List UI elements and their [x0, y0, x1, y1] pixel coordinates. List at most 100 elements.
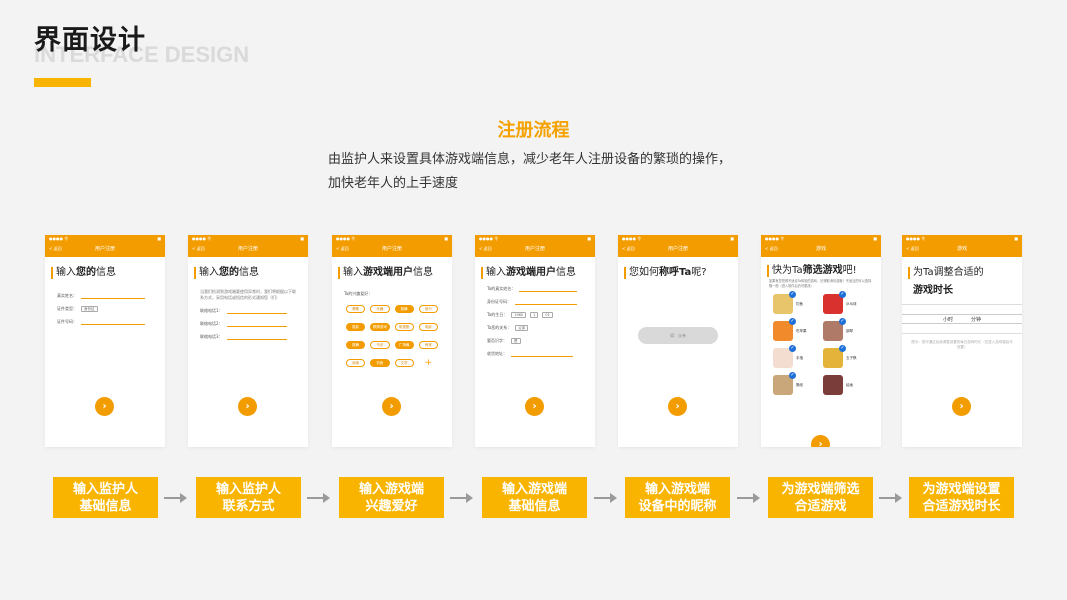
interest-tags: 唱歌 乐器 跳舞 旅行 摄影 棋牌游戏 电视剧 电影 跳舞 书法 广场舞 养宠 …: [346, 305, 438, 368]
next-button[interactable]: ›: [525, 397, 544, 416]
phone-header: ●●●● 令 ■ < 返回 游戏: [761, 235, 881, 257]
screen-heading-2: 游戏时长: [913, 285, 953, 296]
chevron-right-icon: ›: [102, 401, 107, 412]
battery-icon: ■: [587, 236, 591, 241]
interest-tag[interactable]: 文学: [394, 359, 414, 367]
game-item[interactable]: ✓ 钓鱼: [773, 291, 819, 314]
game-item[interactable]: ✓ 撕纸: [773, 372, 819, 395]
interest-tag[interactable]: 广场舞: [394, 341, 414, 349]
game-grid: ✓ 钓鱼 ✓ 乒乓球 ✓ 吃苹果 ✓ 钢琴 ✓ 手指 ✓ 五子棋 ✓ 撕纸 绘画: [773, 291, 869, 395]
id-type-select[interactable]: 身份证: [81, 306, 98, 312]
address-field[interactable]: 收货地址：: [487, 351, 589, 357]
phone-screen-play-time: ●●●● 令 ■ < 返回 游戏 为Ta调整合适的 游戏时长 小时 分钟 提示：您可…: [902, 235, 1022, 447]
next-button[interactable]: ›: [668, 397, 687, 416]
user-name-field[interactable]: Ta的真实姓名：: [487, 286, 589, 292]
phone-header: ●●●● 令 ■ < 返回 用户注册: [45, 235, 165, 257]
interest-tag[interactable]: 书法: [370, 341, 390, 349]
day-select[interactable]: 01: [542, 312, 553, 318]
game-select-note: 如果有您觉得不适合Ta体验的游戏，记得取消勾选哦！不适当的可以选择随一般（进入软…: [769, 279, 872, 288]
chevron-right-icon: ›: [959, 401, 964, 412]
interest-tag[interactable]: 棋牌游戏: [370, 323, 390, 331]
phone-title: 游戏: [956, 246, 967, 252]
screen-heading: 快为Ta筛选游戏吧!: [767, 265, 875, 277]
year-select[interactable]: 1960: [511, 312, 527, 318]
literacy-field[interactable]: 要否识字：是: [487, 338, 589, 344]
literacy-select[interactable]: 是: [511, 338, 521, 344]
interest-tag[interactable]: 乐器: [370, 305, 390, 313]
add-interest-button[interactable]: +: [419, 359, 438, 368]
interest-tag[interactable]: 摄影: [346, 323, 366, 331]
step-label-6: 为游戏端筛选 合适游戏: [768, 477, 873, 518]
phone-title: 用户注册: [667, 246, 688, 252]
flow-arrow-icon: [164, 493, 188, 503]
phone-title: 用户注册: [237, 246, 258, 252]
piano-icon: ✓: [823, 318, 846, 341]
step-label-2: 输入监护人 联系方式: [196, 477, 301, 518]
finger-icon: ✓: [773, 345, 796, 368]
interest-tag[interactable]: 旅行: [418, 305, 438, 313]
name-field[interactable]: 真实姓名：: [57, 293, 159, 299]
page-title: 界面设计: [34, 25, 146, 56]
phone-screen-user-basic: ●●●● 令 ■ < 返回 用户注册 输入游戏端用户信息 Ta的真实姓名： 身份证…: [475, 235, 595, 447]
fishing-icon: ✓: [773, 291, 796, 314]
game-item[interactable]: ✓ 钢琴: [823, 318, 869, 341]
phone-screen-guardian-contact: ●●●● 令 ■ < 返回 用户注册 输入您的信息 当我们检测到游戏端要使用异常时…: [188, 235, 308, 447]
flow-arrow-icon: [450, 493, 474, 503]
phone-screen-interests: ●●●● 令 ■ < 返回 用户注册 输入游戏端用户信息 Ta的兴趣爱好： 唱歌 …: [332, 235, 452, 447]
relation-field[interactable]: Ta您的关系： 父亲: [487, 325, 589, 331]
phone-screen-nickname: ●●●● 令 ■ < 返回 用户注册 您如何称呼Ta呢? 如：父亲 ›: [618, 235, 738, 447]
phone-field-3[interactable]: 联络电话3：: [200, 334, 302, 340]
next-button[interactable]: ›: [811, 435, 830, 447]
step-label-4: 输入游戏端 基础信息: [482, 477, 587, 518]
interest-tag[interactable]: 跳舞: [346, 341, 366, 349]
relation-select[interactable]: 父亲: [515, 325, 529, 331]
screen-heading: 输入游戏端用户信息: [338, 267, 446, 279]
section-title: 注册流程: [497, 120, 570, 141]
interest-tag[interactable]: 阅读: [346, 359, 366, 367]
id-number-field[interactable]: 证件号码：: [57, 319, 159, 325]
game-item[interactable]: ✓ 乒乓球: [823, 291, 869, 314]
phone-header: ●●●● 令 ■ < 返回 用户注册: [618, 235, 738, 257]
interest-tag[interactable]: 电影: [418, 323, 438, 331]
game-item[interactable]: ✓ 手指: [773, 345, 819, 368]
phone-field-1[interactable]: 联络电话1：: [200, 308, 302, 314]
duration-picker[interactable]: 小时 分钟: [902, 304, 1022, 334]
check-icon: ✓: [789, 318, 796, 325]
next-button[interactable]: ›: [952, 397, 971, 416]
user-id-field[interactable]: 身份证号码：: [487, 299, 589, 305]
section-description: 由监护人来设置具体游戏端信息，减少老年人注册设备的繁琐的操作， 加快老年人的上手…: [328, 148, 748, 196]
hour-unit: 小时: [942, 316, 953, 323]
next-button[interactable]: ›: [238, 397, 257, 416]
screen-heading: 输入您的信息: [194, 267, 302, 279]
phone-header: ●●●● 令 ■ < 返回 用户注册: [332, 235, 452, 257]
interest-tag[interactable]: 电视剧: [394, 323, 414, 331]
game-item[interactable]: ✓ 五子棋: [823, 345, 869, 368]
month-select[interactable]: 1: [530, 312, 539, 318]
phone-header: ●●●● 令 ■ < 返回 用户注册: [188, 235, 308, 257]
next-button[interactable]: ›: [382, 397, 401, 416]
check-icon: ✓: [839, 291, 846, 298]
phone-header: ●●●● 令 ■ < 返回 用户注册: [475, 235, 595, 257]
step-label-3: 输入游戏端 兴趣爱好: [339, 477, 444, 518]
id-type-field[interactable]: 证件类型： 身份证: [57, 306, 159, 312]
birthday-field[interactable]: Ta的生日： 1960 1 01: [487, 312, 589, 318]
interest-tag[interactable]: 养宠: [418, 341, 438, 349]
phone-title: 用户注册: [524, 246, 545, 252]
game-item[interactable]: 绘画: [823, 375, 869, 395]
next-button[interactable]: ›: [95, 397, 114, 416]
game-item[interactable]: ✓ 吃苹果: [773, 318, 819, 341]
paper-tear-icon: ✓: [773, 372, 796, 395]
chevron-right-icon: ›: [245, 401, 250, 412]
interest-tag[interactable]: 跳舞: [394, 305, 414, 313]
interest-tag[interactable]: 唱歌: [346, 305, 366, 313]
flow-arrow-icon: [307, 493, 331, 503]
contact-note: 当我们检测到游戏端要使用异常时，我们将根据以下联系方式，采用电话或短信的形式通知…: [200, 289, 296, 300]
interest-tag[interactable]: 钓鱼: [370, 359, 390, 367]
nickname-input[interactable]: 如：父亲: [638, 327, 718, 344]
ping-pong-icon: ✓: [823, 291, 846, 314]
painting-icon: [823, 375, 843, 395]
phone-title: 用户注册: [94, 246, 115, 252]
phone-field-2[interactable]: 联络电话2：: [200, 321, 302, 327]
check-icon: ✓: [789, 372, 796, 379]
phone-screen-game-select: ●●●● 令 ■ < 返回 游戏 快为Ta筛选游戏吧! 如果有您觉得不适合Ta体验…: [761, 235, 881, 447]
